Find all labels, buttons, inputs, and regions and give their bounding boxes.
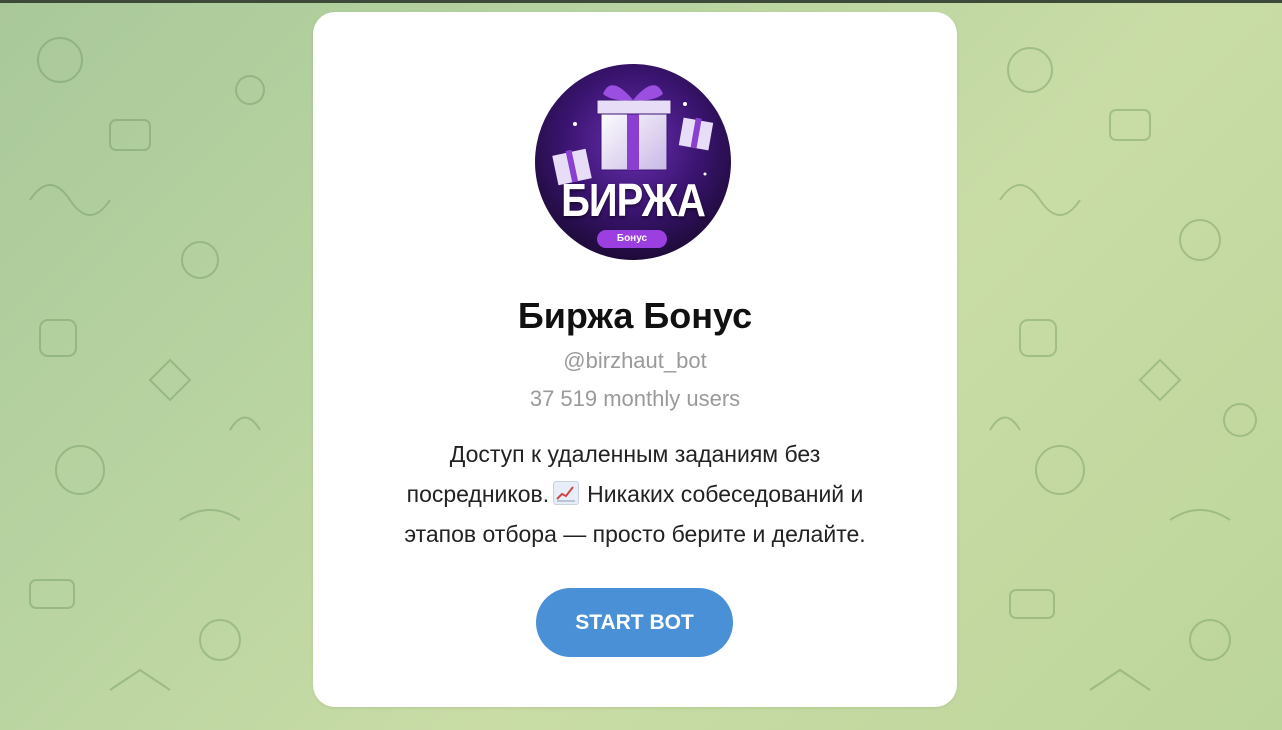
description-text: посредников. [406,481,550,507]
description-line: Доступ к удаленным заданиям без [449,441,821,467]
monthly-users-count: 37 519 monthly users [529,386,741,411]
description-line: посредников. Никаких собеседований и [353,474,917,514]
description-text: Никаких собеседований и [587,481,864,507]
start-bot-button[interactable]: START BOT [536,588,733,657]
bot-name: Биржа Бонус [517,295,753,336]
description-line: этапов отбора — просто берите и делайте. [404,521,866,547]
bot-info-card: БИРЖА Бонус Биржа Бонус @birzhaut_bot 37… [313,12,957,707]
avatar-logo-text: БИРЖА [561,175,706,227]
bot-description: Доступ к удаленным заданиям без посредни… [353,434,917,554]
bot-avatar: БИРЖА Бонус [535,64,731,260]
chart-increasing-icon [553,481,580,505]
avatar-badge: Бонус [597,230,667,248]
bot-username[interactable]: @birzhaut_bot [313,348,957,374]
window-top-edge [0,0,1282,3]
